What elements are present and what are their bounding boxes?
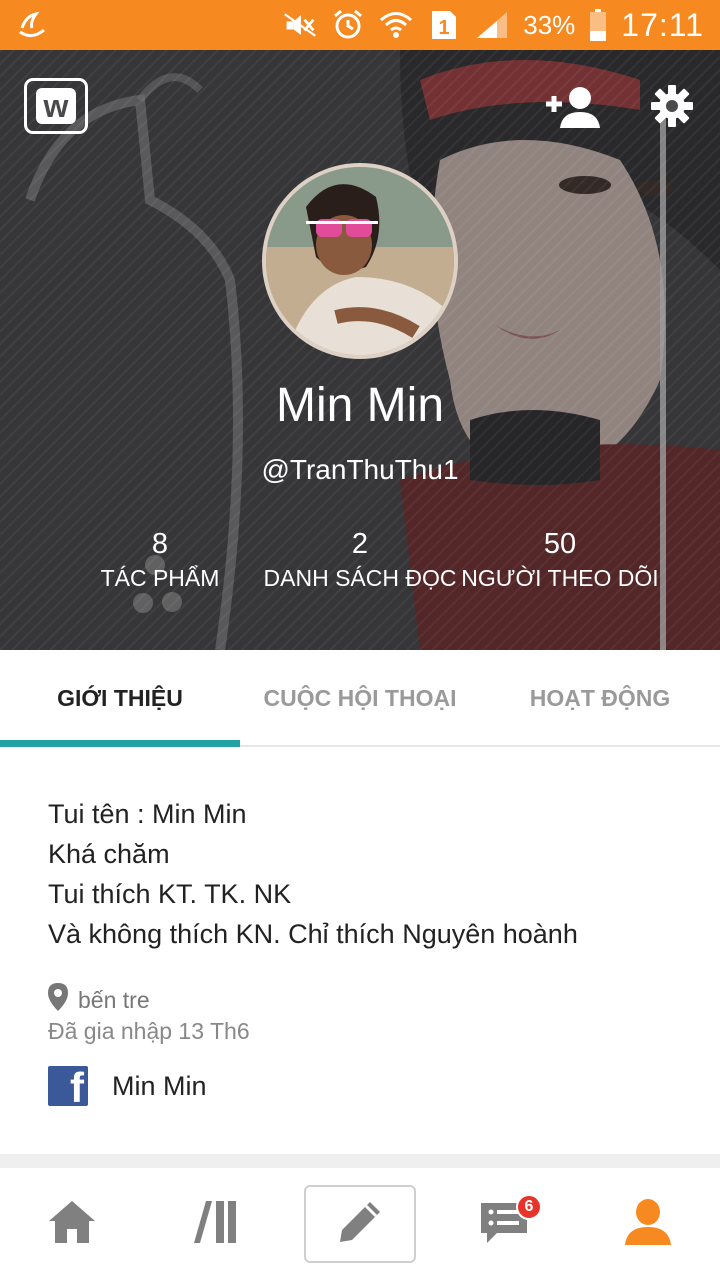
signal-icon — [475, 10, 509, 40]
svg-text:1: 1 — [439, 17, 450, 39]
stat-reading-lists-label: DANH SÁCH ĐỌC — [263, 565, 457, 591]
nav-messages[interactable]: 6 — [432, 1168, 576, 1280]
nav-library[interactable] — [144, 1168, 288, 1280]
location-pin-icon — [48, 983, 68, 1017]
app-logo-letter: w — [43, 88, 69, 124]
alarm-icon — [331, 9, 365, 40]
nav-write[interactable] — [288, 1168, 432, 1280]
stat-followers-label: NGƯỜI THEO DÕI — [461, 565, 659, 591]
tab-activity[interactable]: HOẠT ĐỘNG — [480, 650, 720, 747]
profile-header: w Min Min @TranThuThu1 8 TÁC PHẨM 2 DANH… — [0, 50, 720, 650]
facebook-icon: f — [48, 1066, 88, 1106]
joined-date: Đã gia nhập 13 Th6 — [48, 1018, 250, 1044]
write-button[interactable] — [304, 1185, 416, 1263]
about-bio: Tui tên : Min Min Khá chăm Tui thích KT.… — [48, 794, 688, 954]
section-divider — [0, 1154, 720, 1168]
profile-icon — [623, 1197, 673, 1252]
location-text: bến tre — [78, 986, 150, 1013]
battery-icon — [589, 9, 607, 41]
nav-profile[interactable] — [576, 1168, 720, 1280]
clock: 17:11 — [621, 6, 704, 43]
messages-badge: 6 — [516, 1194, 542, 1220]
bio-line: Và không thích KN. Chỉ thích Nguyên hoàn… — [48, 919, 578, 949]
stat-reading-lists[interactable]: 2 DANH SÁCH ĐỌC — [260, 528, 460, 592]
app-notification-icon — [16, 10, 48, 40]
wifi-icon — [379, 10, 413, 40]
avatar[interactable] — [262, 163, 458, 359]
tab-conversations[interactable]: CUỘC HỘI THOẠI — [240, 650, 480, 747]
stat-works-value: 8 — [151, 528, 169, 560]
stat-reading-lists-value: 2 — [351, 528, 369, 560]
stat-followers[interactable]: 50 NGƯỜI THEO DÕI — [460, 528, 660, 592]
bio-line: Khá chăm — [48, 839, 170, 869]
facebook-link[interactable]: f Min Min — [48, 1066, 207, 1106]
tab-indicator — [0, 740, 240, 747]
stat-works[interactable]: 8 TÁC PHẨM — [60, 528, 260, 592]
profile-stats: 8 TÁC PHẨM 2 DANH SÁCH ĐỌC 50 NGƯỜI THEO… — [0, 528, 720, 598]
bio-line: Tui thích KT. TK. NK — [48, 879, 292, 909]
bio-line: Tui tên : Min Min — [48, 799, 247, 829]
stat-works-label: TÁC PHẨM — [100, 565, 220, 591]
mute-icon — [283, 10, 317, 40]
nav-home[interactable] — [0, 1168, 144, 1280]
display-name: Min Min — [275, 379, 445, 432]
stat-followers-value: 50 — [543, 528, 577, 560]
battery-percent: 33% — [523, 9, 576, 40]
sim-icon: 1 — [427, 10, 461, 40]
username: @TranThuThu1 — [261, 454, 459, 485]
add-user-icon[interactable] — [542, 84, 604, 130]
tab-about[interactable]: GIỚI THIỆU — [0, 650, 240, 747]
gear-icon[interactable] — [650, 84, 694, 128]
profile-tabs: GIỚI THIỆU CUỘC HỘI THOẠI HOẠT ĐỘNG — [0, 650, 720, 747]
app-logo-button[interactable]: w — [24, 78, 88, 134]
pencil-icon — [336, 1198, 384, 1251]
status-bar: 1 33% 17:11 — [0, 0, 720, 50]
bottom-nav: 6 — [0, 1168, 720, 1280]
home-icon — [47, 1199, 97, 1250]
location: bến tre — [48, 983, 150, 1017]
facebook-name: Min Min — [112, 1070, 207, 1101]
library-icon — [192, 1199, 240, 1250]
